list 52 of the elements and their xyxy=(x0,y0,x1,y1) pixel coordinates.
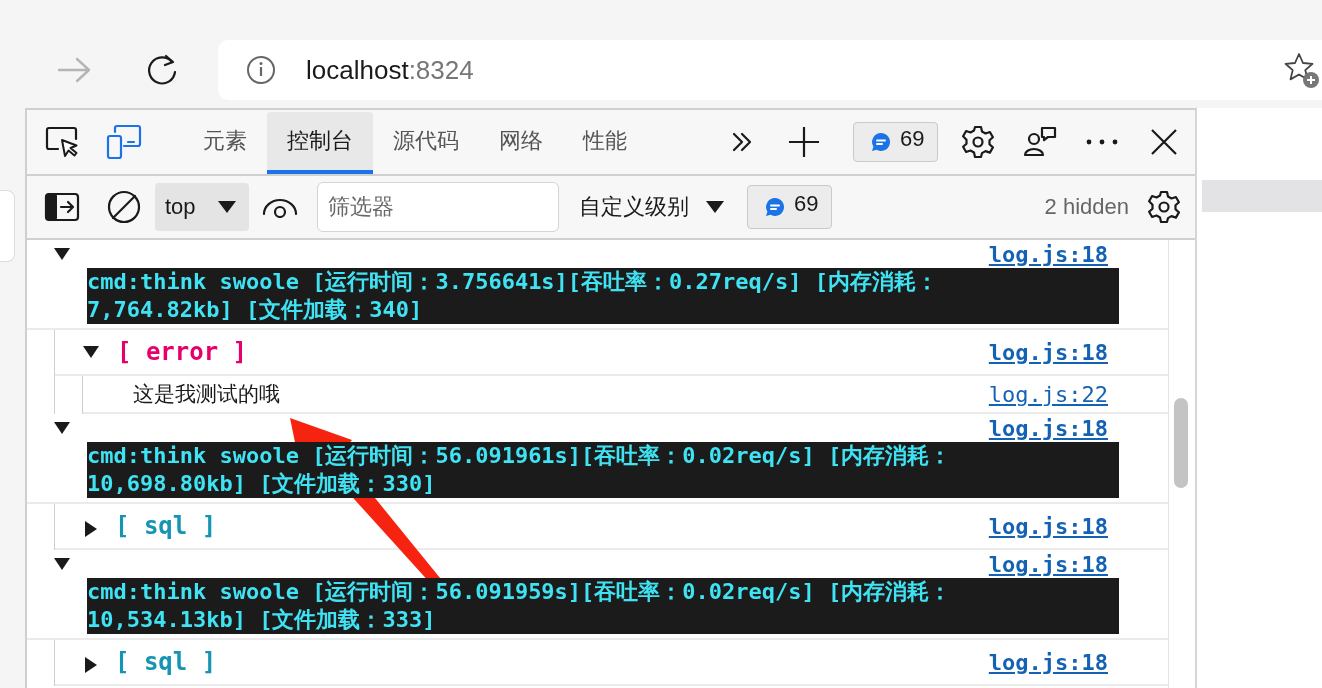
settings-icon[interactable] xyxy=(960,124,996,160)
expanded-triangle-icon[interactable] xyxy=(54,248,70,260)
source-link[interactable]: log.js:18 xyxy=(988,551,1108,577)
messages-badge[interactable]: 69 xyxy=(747,185,832,229)
level-dropdown[interactable]: 自定义级别 xyxy=(579,192,725,222)
expanded-triangle-icon[interactable] xyxy=(54,558,70,570)
collapsed-triangle-icon[interactable] xyxy=(85,657,97,673)
url-text: localhost:8324 xyxy=(306,54,475,86)
scrollbar-thumb[interactable] xyxy=(1174,398,1188,488)
panel-tab[interactable]: 元素 xyxy=(183,112,267,174)
log-message: cmd:think swoole [运行时间：3.756641s][吞吐率：0.27req/s] [内存消耗： 7,764.82kb] [文件加载：340] xyxy=(87,268,1119,324)
address-bar[interactable]: localhost:8324 xyxy=(218,40,1322,100)
message-icon xyxy=(870,131,892,153)
source-link[interactable]: log.js:18 xyxy=(988,649,1108,675)
more-tabs-icon[interactable] xyxy=(731,131,753,153)
expanded-triangle-icon[interactable] xyxy=(83,346,99,358)
panel-tab[interactable]: 控制台 xyxy=(267,112,373,174)
log-message: 这是我测试的哦 xyxy=(133,381,281,407)
source-link[interactable]: log.js:18 xyxy=(988,415,1108,441)
dropdown-caret-icon xyxy=(705,200,725,214)
message-icon xyxy=(764,196,786,218)
expanded-triangle-icon[interactable] xyxy=(54,422,70,434)
more-icon[interactable] xyxy=(1085,138,1119,146)
inspect-icon[interactable] xyxy=(44,125,80,159)
feedback-icon[interactable] xyxy=(1023,125,1057,159)
hidden-count: 2 hidden xyxy=(1044,194,1129,220)
group-label: [ error ] xyxy=(117,338,249,366)
source-link[interactable]: log.js:18 xyxy=(988,339,1108,365)
context-dropdown[interactable]: top xyxy=(155,183,249,231)
device-icon[interactable] xyxy=(106,124,142,160)
source-link[interactable]: log.js:18 xyxy=(988,241,1108,267)
clear-icon[interactable] xyxy=(106,189,142,225)
settings-icon[interactable] xyxy=(1146,189,1182,225)
sidebar-icon[interactable] xyxy=(44,192,80,222)
dropdown-caret-icon xyxy=(217,200,237,214)
add-icon[interactable] xyxy=(787,125,821,159)
log-message: cmd:think swoole [运行时间：56.091961s][吞吐率：0.02req/s] [内存消耗： 10,698.80kb] [文件加载：330] xyxy=(87,442,1119,498)
source-link[interactable]: log.js:18 xyxy=(988,513,1108,539)
eye-icon[interactable] xyxy=(262,196,298,218)
messages-badge[interactable]: 69 xyxy=(853,122,938,162)
star-add-icon[interactable] xyxy=(1282,51,1320,89)
filter-field[interactable]: 筛选器 xyxy=(317,182,559,232)
group-label: [ sql ] xyxy=(115,648,218,676)
log-message: cmd:think swoole [运行时间：56.091959s][吞吐率：0.02req/s] [内存消耗： 10,534.13kb] [文件加载：333] xyxy=(87,578,1119,634)
source-link[interactable]: log.js:22 xyxy=(988,381,1108,407)
collapsed-triangle-icon[interactable] xyxy=(85,521,97,537)
group-label: [ sql ] xyxy=(115,512,218,540)
panel-tab[interactable]: 源代码 xyxy=(373,112,479,174)
info-icon xyxy=(246,55,276,85)
panel-tab[interactable]: 网络 xyxy=(479,112,563,174)
panel-tab[interactable]: 性能 xyxy=(563,112,647,174)
close-icon[interactable] xyxy=(1149,127,1179,157)
